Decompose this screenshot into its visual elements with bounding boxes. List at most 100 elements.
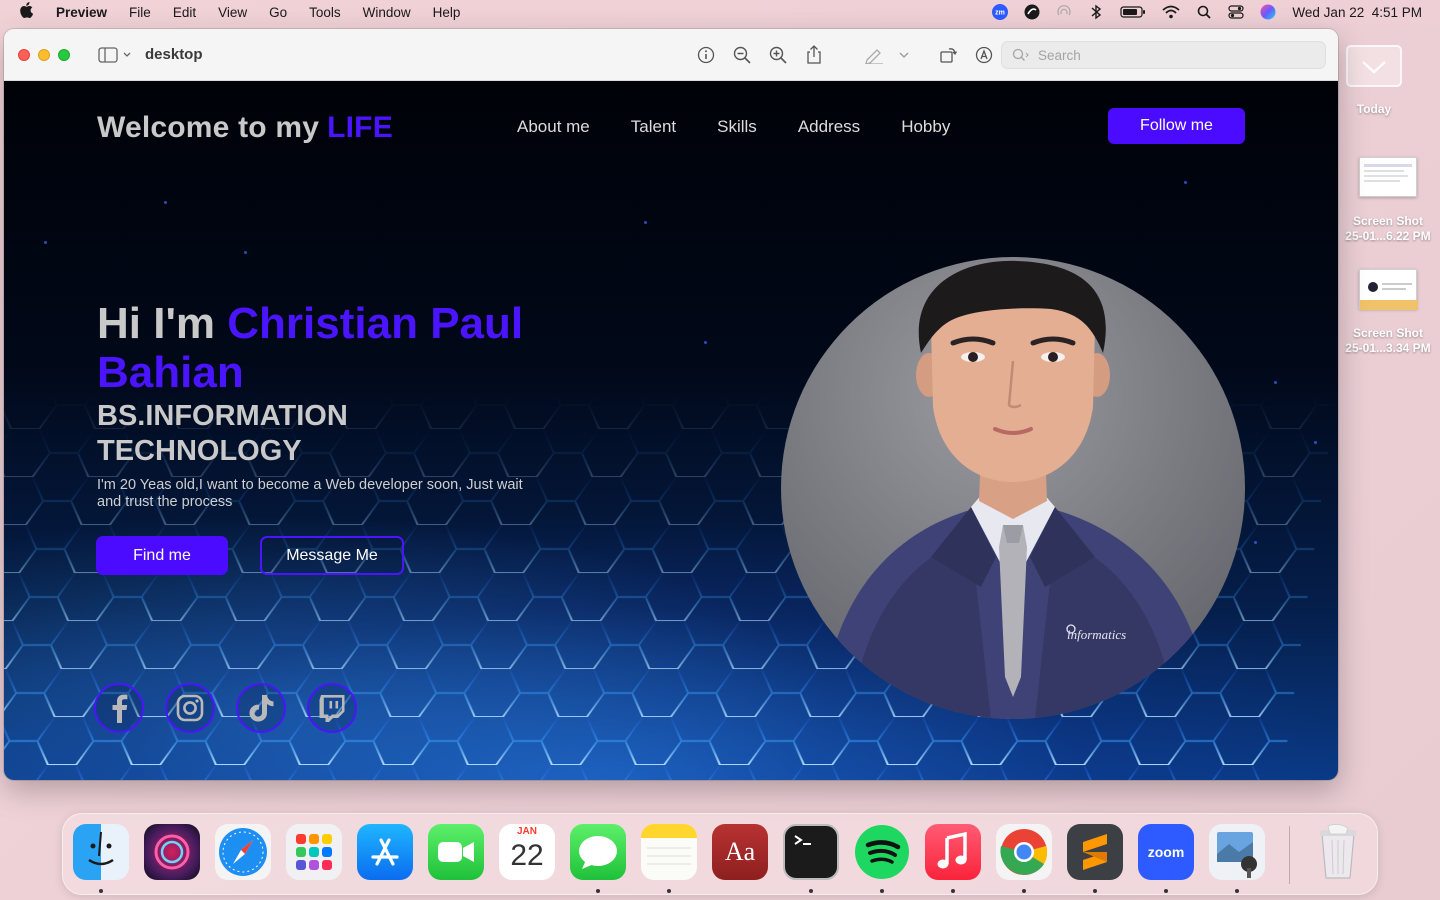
dock-calendar[interactable]: JAN 22 (499, 824, 555, 880)
dock-notes[interactable] (641, 824, 697, 880)
nav-address[interactable]: Address (798, 117, 860, 137)
close-window-button[interactable] (18, 48, 30, 61)
dock-zoom[interactable]: zoom (1138, 824, 1194, 880)
dock-music[interactable] (925, 824, 981, 880)
dock-separator (1289, 826, 1290, 884)
wifi-icon[interactable] (1162, 4, 1181, 20)
rotate-button[interactable] (938, 45, 958, 65)
markup-pen-icon (975, 46, 993, 64)
creative-cloud-icon[interactable] (1024, 4, 1040, 20)
desktop-file-screenshot-1[interactable]: Screen Shot 25-01...6.22 PM (1336, 157, 1440, 244)
twitch-link[interactable] (307, 683, 357, 733)
terminal-prompt-icon (794, 835, 811, 845)
running-indicator (809, 889, 813, 893)
preview-window: desktop Search Welcome to my LIFE About … (4, 29, 1338, 780)
trash-icon (1320, 824, 1356, 879)
nav-about-me[interactable]: About me (517, 117, 590, 137)
site-brand[interactable]: Welcome to my LIFE (97, 111, 393, 145)
sublime-text-icon (1083, 834, 1107, 870)
brand-text: Welcome to my (97, 111, 320, 144)
menu-view[interactable]: View (218, 5, 247, 20)
desktop-file-screenshot-2[interactable]: Screen Shot 25-01...3.34 PM (1336, 269, 1440, 356)
menu-app-name[interactable]: Preview (56, 5, 107, 20)
nav-talent[interactable]: Talent (631, 117, 676, 137)
find-me-button[interactable]: Find me (96, 536, 228, 575)
info-button[interactable] (696, 45, 716, 65)
dock-safari[interactable] (215, 824, 271, 880)
chevron-down-icon (899, 52, 909, 58)
dock-launchpad[interactable] (286, 824, 342, 880)
menu-go[interactable]: Go (269, 5, 287, 20)
tiktok-link[interactable] (236, 683, 286, 733)
dock-spotify[interactable] (854, 824, 910, 880)
markup-toolbar-button[interactable] (974, 45, 994, 65)
running-indicator (1093, 889, 1097, 893)
dock-trash[interactable] (1310, 824, 1366, 880)
running-indicator (880, 889, 884, 893)
running-indicator (667, 889, 671, 893)
svg-text:zm: zm (996, 10, 1006, 17)
screenshot-thumbnail (1359, 269, 1418, 310)
nav-hobby[interactable]: Hobby (901, 117, 950, 137)
nav-skills[interactable]: Skills (717, 117, 757, 137)
siri-icon[interactable] (1260, 4, 1276, 20)
menu-bar: Preview File Edit View Go Tools Window H… (0, 0, 1440, 24)
sidebar-icon (98, 46, 118, 63)
zoom-in-icon (769, 46, 787, 64)
spotlight-icon[interactable] (1196, 4, 1212, 20)
social-links (94, 683, 357, 733)
apple-menu-icon[interactable] (18, 2, 34, 22)
dock-siri[interactable] (144, 824, 200, 880)
dock-finder[interactable] (73, 824, 129, 880)
notes-icon (641, 824, 697, 865)
facebook-link[interactable] (94, 683, 144, 733)
zoom-out-button[interactable] (732, 45, 752, 65)
dock-dictionary[interactable]: Aa (712, 824, 768, 880)
menu-edit[interactable]: Edit (173, 5, 196, 20)
share-icon (807, 45, 821, 64)
desktop-stack-today[interactable]: Today (1342, 44, 1406, 117)
safari-compass-icon (219, 828, 267, 876)
menu-help[interactable]: Help (433, 5, 461, 20)
zoom-label: zoom (1147, 844, 1185, 860)
website-screenshot: Welcome to my LIFE About me Talent Skills… (4, 81, 1338, 780)
search-input[interactable] (1038, 47, 1298, 63)
dock-app-store[interactable] (357, 824, 413, 880)
menu-file[interactable]: File (129, 5, 151, 20)
markup-button[interactable] (864, 45, 884, 65)
running-indicator (951, 889, 955, 893)
menu-datetime[interactable]: Wed Jan 22 4:51 PM (1292, 5, 1422, 20)
dock-facetime[interactable] (428, 824, 484, 880)
follow-me-button[interactable]: Follow me (1108, 108, 1245, 144)
dock-chrome[interactable] (996, 824, 1052, 880)
dock-terminal[interactable] (783, 824, 839, 880)
menu-tools[interactable]: Tools (309, 5, 341, 20)
maximize-window-button[interactable] (58, 48, 70, 61)
dock-sublime-text[interactable] (1067, 824, 1123, 880)
zoom-in-button[interactable] (768, 45, 788, 65)
share-button[interactable] (804, 45, 824, 65)
file-name-line1: Screen Shot (1352, 326, 1424, 340)
tiktok-icon (249, 695, 274, 722)
zoom-icon[interactable]: zm (992, 4, 1009, 20)
control-center-icon[interactable] (1228, 4, 1245, 20)
sidebar-toggle-button[interactable] (98, 46, 131, 63)
pencil-icon (865, 49, 883, 64)
desktop-stack-label: Today (1356, 102, 1392, 116)
facebook-icon (112, 694, 128, 723)
siri-icon (154, 834, 190, 870)
dock-messages[interactable] (570, 824, 626, 880)
minimize-window-button[interactable] (38, 48, 50, 61)
markup-menu-button[interactable] (894, 45, 914, 65)
instagram-link[interactable] (165, 683, 215, 733)
airdrop-icon[interactable] (1056, 4, 1072, 20)
menu-window[interactable]: Window (363, 5, 411, 20)
battery-icon[interactable] (1120, 4, 1146, 20)
dictionary-label: Aa (724, 837, 756, 866)
dock-preview[interactable] (1209, 824, 1265, 880)
calendar-month: JAN (499, 824, 555, 838)
bluetooth-icon[interactable] (1088, 4, 1104, 20)
search-field[interactable] (1001, 41, 1326, 69)
message-me-button[interactable]: Message Me (260, 536, 404, 575)
chrome-icon (1000, 829, 1047, 875)
